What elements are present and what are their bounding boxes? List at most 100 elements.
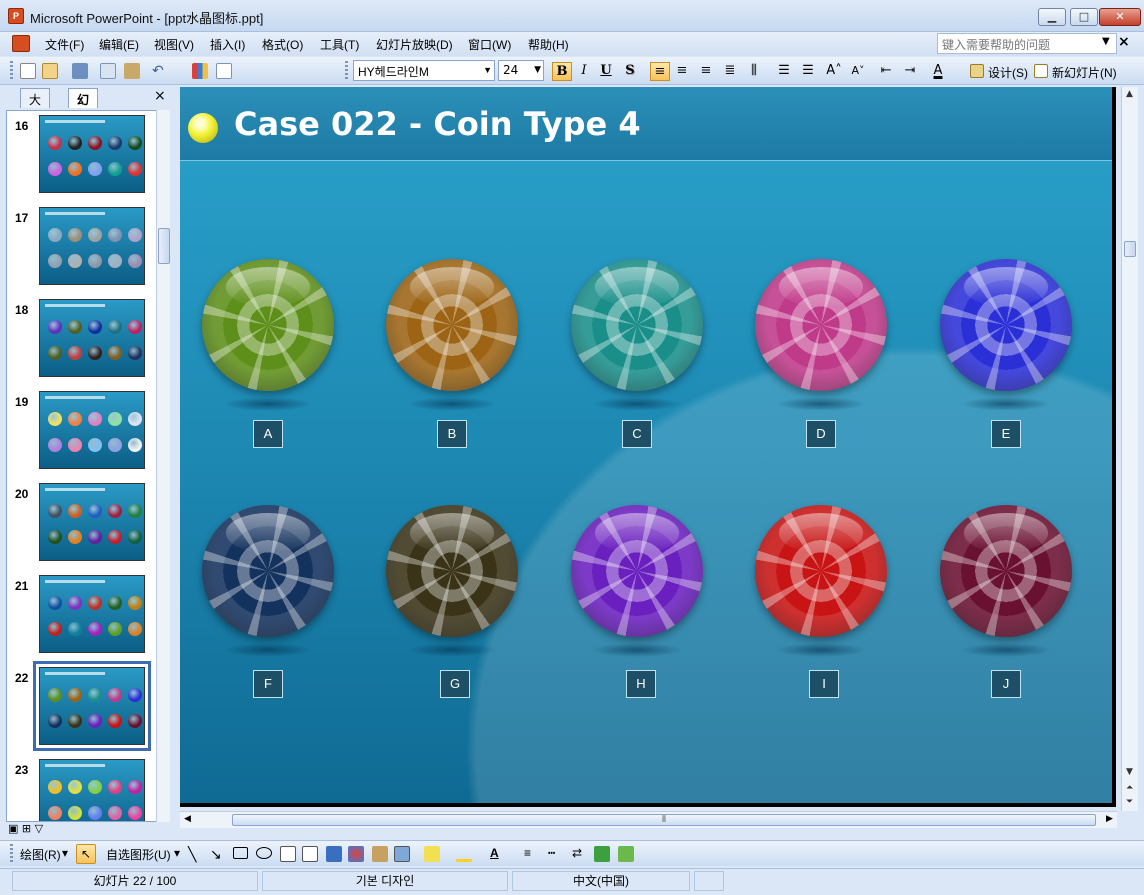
slide-thumbnail[interactable] [39, 391, 145, 469]
paste-icon[interactable] [124, 63, 140, 79]
justify-button[interactable]: ≣ [720, 62, 740, 81]
slide-thumbnail[interactable] [33, 661, 151, 751]
maximize-button[interactable]: □ [1070, 8, 1098, 26]
dash-style-icon[interactable]: ┅ [548, 846, 555, 860]
oval-icon[interactable] [256, 847, 272, 859]
autoshapes-button[interactable]: 自选图形(U) [106, 846, 171, 863]
next-slide-icon[interactable]: ⏷ [1126, 797, 1133, 807]
coin-label[interactable]: C [622, 420, 652, 448]
print-icon[interactable] [72, 63, 88, 79]
arrow-style-icon[interactable]: ⇄ [572, 846, 582, 860]
scrollbar-thumb[interactable]: ⦀ [232, 814, 1096, 826]
coin-icon[interactable] [571, 259, 703, 391]
close-button[interactable]: ✕ [1099, 8, 1141, 26]
menu-view[interactable]: 视图(V) [154, 36, 194, 53]
tab-outline[interactable]: 大纲 [20, 88, 51, 124]
scroll-right-icon[interactable]: ▶ [1106, 814, 1113, 824]
tab-slides[interactable]: 幻灯片 [68, 88, 99, 141]
coin-label[interactable]: D [806, 420, 836, 448]
scroll-down-icon[interactable]: ▼ [1126, 767, 1133, 777]
picture-icon[interactable] [394, 846, 410, 862]
line-color-icon[interactable] [456, 846, 472, 862]
rectangle-icon[interactable] [233, 847, 248, 859]
slide-title[interactable]: Case 022 - Coin Type 4 [234, 105, 641, 143]
slide-thumbnail[interactable] [39, 759, 145, 821]
bold-button[interactable]: B [552, 62, 572, 81]
coin-icon[interactable] [940, 505, 1072, 637]
shadow-button[interactable]: S [620, 62, 640, 81]
toolbar-grip-2[interactable] [345, 61, 348, 81]
language-indicator[interactable]: 中文(中国) [512, 871, 690, 891]
open-folder-icon[interactable] [42, 63, 58, 79]
textbox-icon[interactable] [280, 846, 296, 862]
coin-label[interactable]: F [253, 670, 283, 698]
shadow-style-icon[interactable] [594, 846, 610, 862]
arrow-icon[interactable]: ↘ [210, 846, 222, 863]
slideshow-icon[interactable]: ▽ [35, 822, 43, 835]
align-right-button[interactable]: ≡ [696, 62, 716, 81]
slide-thumbnail[interactable] [39, 483, 145, 561]
3d-style-icon[interactable] [618, 846, 634, 862]
coin-icon[interactable] [571, 505, 703, 637]
scroll-left-icon[interactable]: ◀ [184, 814, 191, 824]
coin-icon[interactable] [386, 259, 518, 391]
slide-sorter-icon[interactable]: ⊞ [22, 822, 31, 835]
scroll-up-icon[interactable]: ▲ [1126, 89, 1133, 99]
align-center-button[interactable]: ≡ [672, 62, 692, 81]
bullet-list-button[interactable]: ☰ [798, 62, 818, 81]
undo-icon[interactable]: ↶ [152, 63, 168, 79]
numbered-list-button[interactable]: ☰ [774, 62, 794, 81]
clipart-icon[interactable] [372, 846, 388, 862]
table-icon[interactable] [216, 63, 232, 79]
chevron-down-icon[interactable]: ▼ [1102, 36, 1110, 47]
font-size-select[interactable]: 24 ▼ [498, 60, 544, 81]
select-pointer-icon[interactable]: ↖ [76, 844, 96, 864]
coin-label[interactable]: A [253, 420, 283, 448]
panel-close-button[interactable]: × [154, 88, 166, 104]
slide-horizontal-scrollbar[interactable]: ◀ ⦀ ▶ [180, 811, 1117, 828]
menu-file[interactable]: 文件(F) [45, 36, 84, 53]
thumbnail-scrollbar[interactable] [156, 110, 170, 822]
menu-edit[interactable]: 编辑(E) [99, 36, 139, 53]
menu-slideshow[interactable]: 幻灯片放映(D) [376, 36, 453, 53]
text-direction-button[interactable]: ⫼ [744, 62, 764, 81]
document-icon[interactable] [12, 35, 30, 52]
menu-insert[interactable]: 插入(I) [210, 36, 245, 53]
slide-thumbnail[interactable] [39, 207, 145, 285]
previous-slide-icon[interactable]: ⏶ [1126, 783, 1133, 793]
italic-button[interactable]: I [574, 62, 594, 81]
coin-icon[interactable] [755, 259, 887, 391]
increase-font-button[interactable]: A˄ [824, 62, 844, 81]
new-slide-button[interactable]: 新幻灯片(N) [1052, 64, 1117, 81]
coin-icon[interactable] [755, 505, 887, 637]
normal-view-icon[interactable]: ▣ [8, 822, 18, 835]
coin-label[interactable]: G [440, 670, 470, 698]
toolbar-grip[interactable] [10, 61, 13, 81]
decrease-font-button[interactable]: A˅ [848, 62, 868, 81]
scrollbar-thumb[interactable] [1124, 241, 1136, 257]
diagram-icon[interactable] [348, 846, 364, 862]
coin-label[interactable]: E [991, 420, 1021, 448]
align-left-button[interactable]: ≡ [650, 62, 670, 81]
slide-canvas[interactable]: Case 022 - Coin Type 4 A B C D E F G H I J [180, 87, 1116, 807]
font-color-icon[interactable]: A [490, 846, 499, 860]
coin-icon[interactable] [202, 505, 334, 637]
toolbar-grip[interactable] [10, 844, 13, 864]
slide-thumbnail[interactable] [39, 115, 145, 193]
chevron-down-icon[interactable]: ▾ [62, 846, 68, 860]
fill-color-icon[interactable] [424, 846, 440, 862]
menu-format[interactable]: 格式(O) [262, 36, 303, 53]
menu-tools[interactable]: 工具(T) [320, 36, 359, 53]
underline-button[interactable]: U [596, 62, 616, 81]
document-close-button[interactable]: × [1118, 34, 1130, 50]
menu-window[interactable]: 窗口(W) [468, 36, 511, 53]
design-button[interactable]: 设计(S) [988, 64, 1028, 81]
font-name-select[interactable]: HY헤드라인M ▼ [353, 60, 495, 81]
vertical-textbox-icon[interactable] [302, 846, 318, 862]
minimize-button[interactable]: ▁ [1038, 8, 1066, 26]
new-document-icon[interactable] [20, 63, 36, 79]
wordart-icon[interactable] [326, 846, 342, 862]
scrollbar-thumb[interactable] [158, 228, 170, 264]
increase-indent-button[interactable]: ⇥ [900, 62, 920, 81]
copy-icon[interactable] [100, 63, 116, 79]
